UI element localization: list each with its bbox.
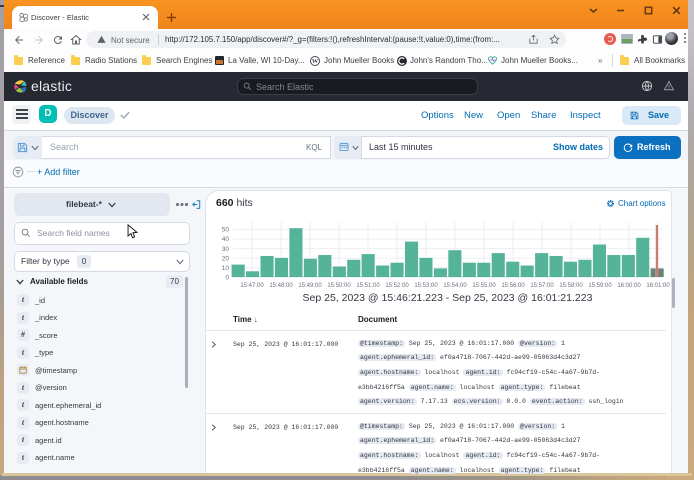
svg-text:16:00:00: 16:00:00 bbox=[617, 283, 641, 289]
svg-text:15:51:00: 15:51:00 bbox=[356, 283, 380, 289]
svg-text:15:55:00: 15:55:00 bbox=[472, 283, 496, 289]
svg-text:15:49:00: 15:49:00 bbox=[298, 283, 322, 289]
svg-text:10: 10 bbox=[222, 265, 230, 272]
svg-text:15:53:00: 15:53:00 bbox=[414, 283, 438, 289]
svg-text:15:48:00: 15:48:00 bbox=[269, 283, 293, 289]
svg-text:16:01:00: 16:01:00 bbox=[646, 283, 670, 289]
svg-text:15:54:00: 15:54:00 bbox=[443, 283, 467, 289]
svg-text:30: 30 bbox=[222, 246, 230, 253]
svg-text:50: 50 bbox=[222, 227, 230, 234]
svg-text:20: 20 bbox=[222, 255, 230, 262]
svg-text:15:59:00: 15:59:00 bbox=[588, 283, 612, 289]
svg-text:15:58:00: 15:58:00 bbox=[559, 283, 583, 289]
svg-text:40: 40 bbox=[222, 236, 230, 243]
svg-text:15:56:00: 15:56:00 bbox=[501, 283, 525, 289]
svg-text:15:52:00: 15:52:00 bbox=[385, 283, 409, 289]
svg-text:15:50:00: 15:50:00 bbox=[327, 283, 351, 289]
svg-text:15:57:00: 15:57:00 bbox=[530, 283, 554, 289]
svg-text:0: 0 bbox=[225, 275, 229, 282]
svg-text:15:47:00: 15:47:00 bbox=[240, 283, 264, 289]
